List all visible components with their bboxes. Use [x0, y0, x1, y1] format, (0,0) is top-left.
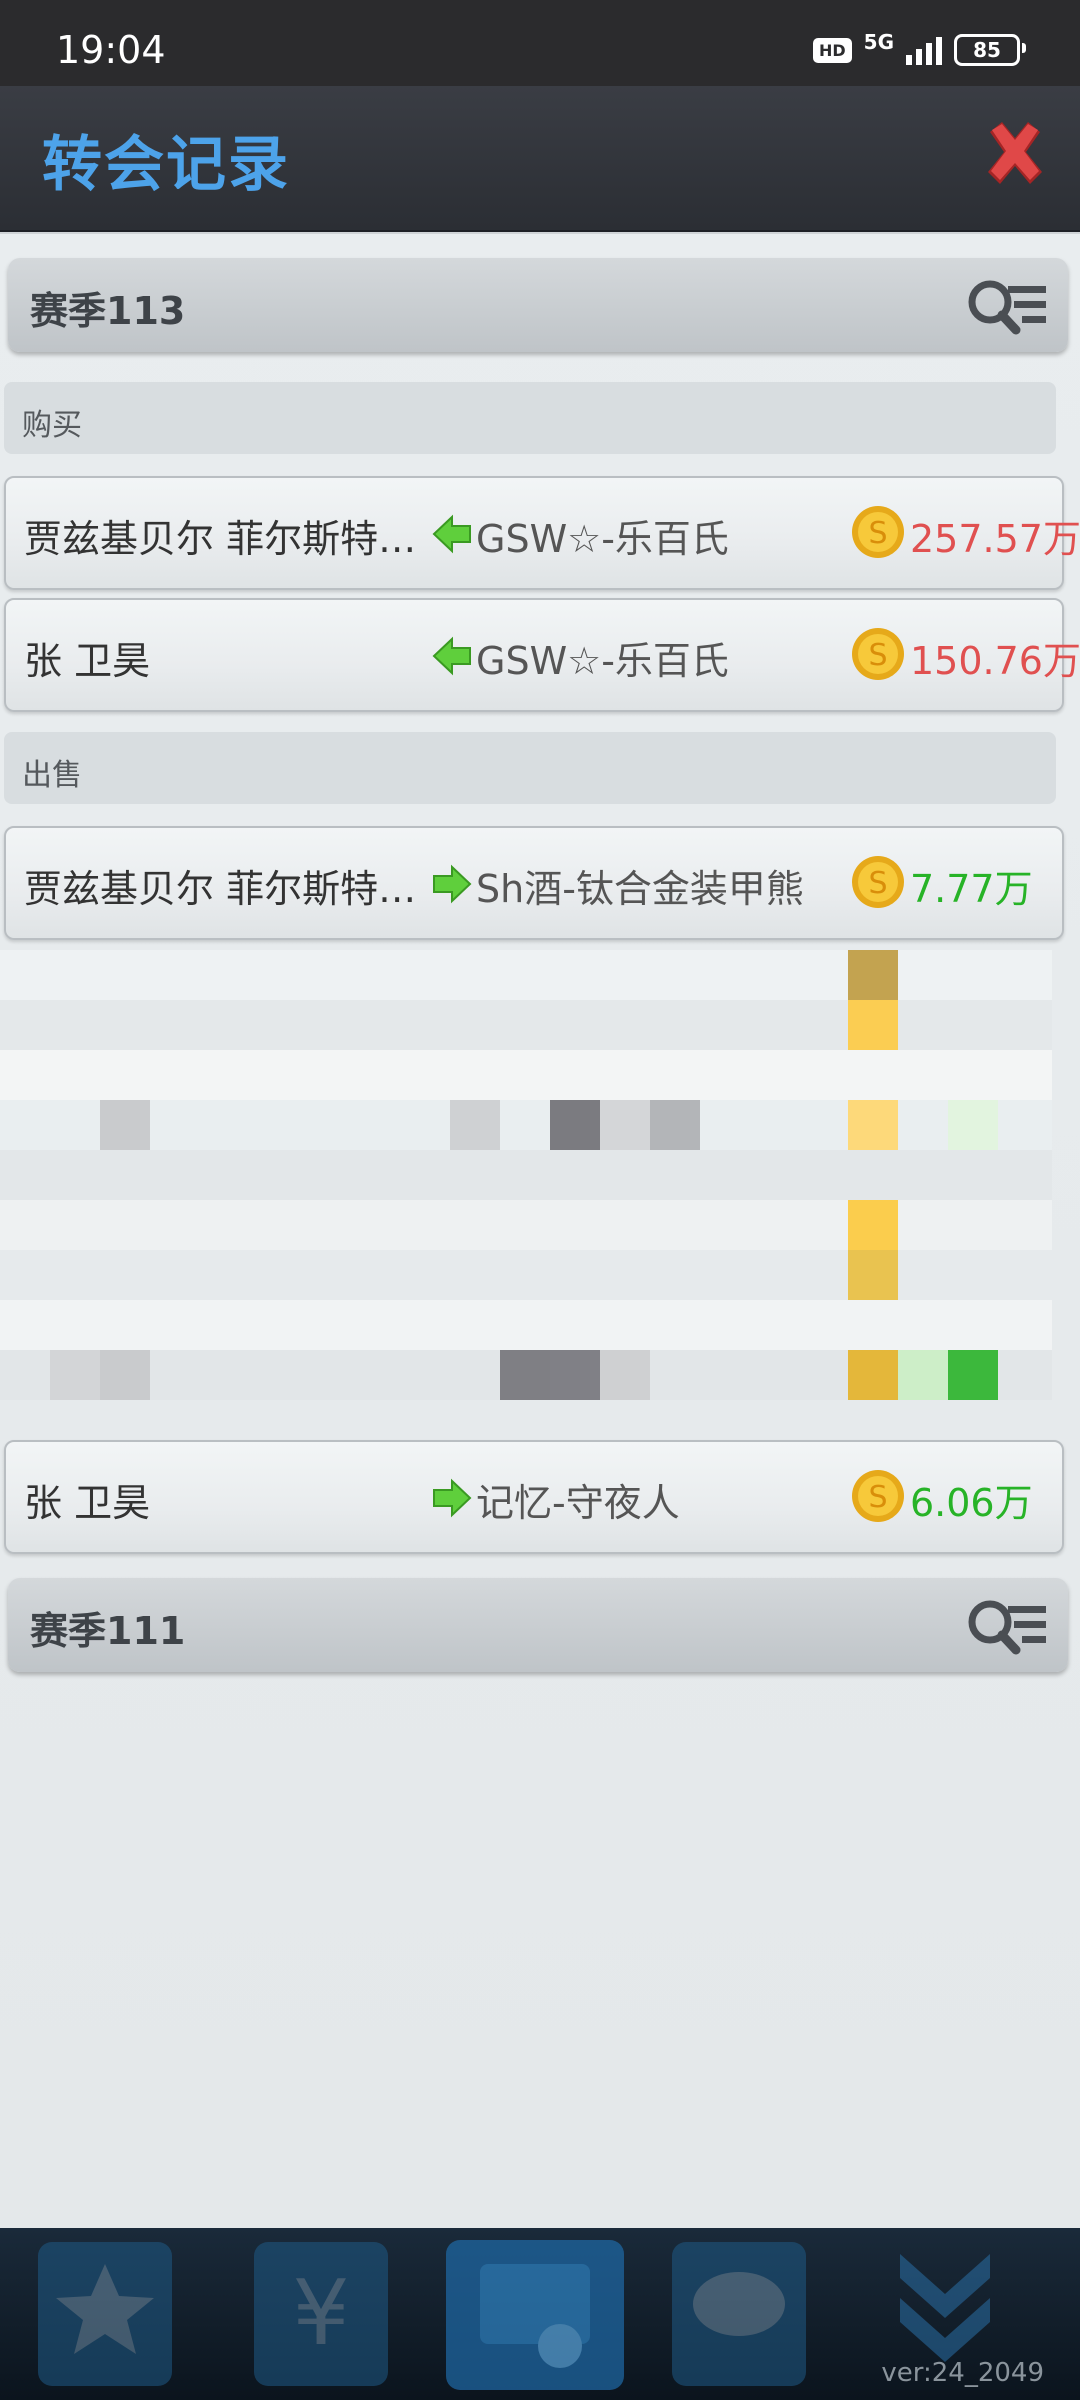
signal-icon	[906, 35, 942, 65]
nav-chat-icon[interactable]	[654, 2234, 824, 2394]
chat-icon	[672, 2242, 806, 2386]
svg-text:S: S	[868, 1480, 887, 1515]
club-name: 记忆-守夜人	[476, 1481, 680, 1525]
transfer-row[interactable]: 贾兹基贝尔 菲尔斯特… Sh酒-钛合金装甲熊 S 7.77万	[4, 826, 1064, 940]
nav-money-icon[interactable]: ¥	[236, 2234, 406, 2394]
close-button[interactable]	[978, 116, 1052, 190]
battery-icon: 85	[954, 34, 1026, 66]
close-x-icon	[988, 122, 1042, 184]
transfer-price: 257.57万	[910, 517, 1080, 561]
coin-icon: S	[852, 628, 904, 680]
transfer-row[interactable]: 张 卫昊 记忆-守夜人 S 6.06万	[4, 1440, 1064, 1554]
transfer-row[interactable]: 张 卫昊 GSW☆-乐百氏 S 150.76万	[4, 598, 1080, 712]
version-label: ver:24_2049	[881, 2358, 1044, 2388]
coin-icon: S	[852, 856, 904, 908]
status-time: 19:04	[56, 28, 166, 72]
nav-transfer-icon[interactable]	[440, 2234, 624, 2394]
section-label: 出售	[22, 758, 82, 793]
player-name: 贾兹基贝尔 菲尔斯特…	[24, 867, 417, 911]
coin-icon: S	[852, 1470, 904, 1522]
search-list-icon[interactable]	[964, 1594, 1050, 1658]
transfer-price: 150.76万	[910, 639, 1080, 683]
arrow-left-icon	[432, 636, 471, 676]
transfer-icon	[446, 2240, 624, 2390]
club-name: GSW☆-乐百氏	[476, 639, 729, 683]
transfer-row[interactable]: 贾兹基贝尔 菲尔斯特… GSW☆-乐百氏 S 257.57万	[4, 476, 1080, 590]
svg-text:S: S	[868, 866, 887, 901]
arrow-left-icon	[432, 514, 471, 554]
season-header-111[interactable]: 赛季111	[8, 1578, 1068, 1672]
search-list-icon[interactable]	[964, 274, 1050, 338]
bottom-nav: ¥ ver:24_2049	[0, 2228, 1080, 2400]
arrow-right-icon	[433, 864, 472, 904]
network-type: 5G	[863, 30, 894, 54]
season-label: 赛季111	[30, 1609, 186, 1653]
redacted-region	[0, 950, 1052, 1400]
status-icons: HD 5G 85	[812, 28, 1026, 72]
page-title: 转会记录	[42, 130, 290, 200]
star-icon	[38, 2242, 172, 2386]
yen-icon: ¥	[254, 2242, 388, 2386]
battery-level: 85	[973, 38, 1001, 62]
nav-star-icon[interactable]	[20, 2234, 190, 2394]
club-name: Sh酒-钛合金装甲熊	[476, 867, 804, 911]
player-name: 贾兹基贝尔 菲尔斯特…	[24, 517, 417, 561]
season-header-113[interactable]: 赛季113	[8, 258, 1068, 352]
svg-text:S: S	[868, 638, 887, 673]
player-name: 张 卫昊	[24, 1481, 151, 1525]
section-sell: 出售	[4, 732, 1056, 804]
svg-text:¥: ¥	[292, 2261, 349, 2366]
status-bar: 19:04 HD 5G 85	[0, 0, 1080, 86]
transfer-price: 6.06万	[910, 1481, 1033, 1525]
coin-icon: S	[852, 506, 904, 558]
transfer-records-panel: 赛季113 购买 贾兹基贝尔 菲尔斯特… GSW☆-乐百氏 S 257.57万 …	[0, 232, 1080, 2230]
season-label: 赛季113	[30, 289, 186, 333]
transfer-price: 7.77万	[910, 867, 1033, 911]
hd-icon: HD	[812, 37, 852, 63]
section-label: 购买	[22, 408, 82, 443]
dialog-header: 转会记录	[0, 86, 1080, 234]
section-buy: 购买	[4, 382, 1056, 454]
club-name: GSW☆-乐百氏	[476, 517, 729, 561]
svg-text:S: S	[868, 516, 887, 551]
player-name: 张 卫昊	[24, 639, 151, 683]
arrow-right-icon	[433, 1478, 472, 1518]
